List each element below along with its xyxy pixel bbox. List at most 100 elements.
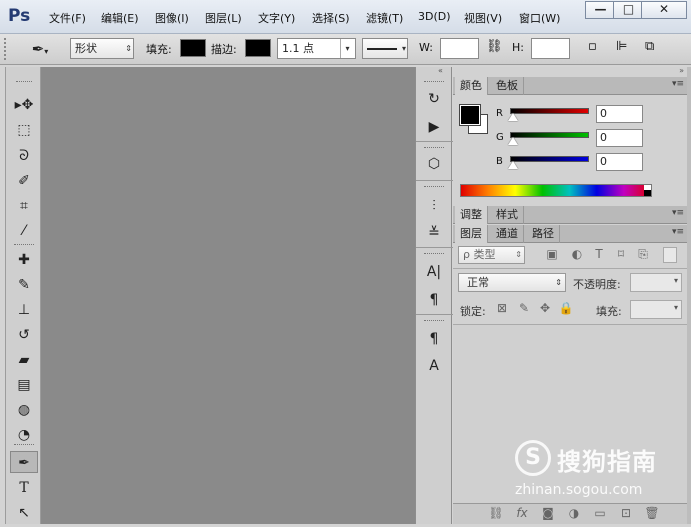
menu-filter[interactable]: 滤镜(T) bbox=[366, 10, 403, 26]
channel-r-input[interactable]: 0 bbox=[596, 105, 643, 123]
add-mask-icon[interactable]: ◙ bbox=[539, 506, 557, 520]
maximize-button[interactable]: □ bbox=[613, 1, 644, 19]
delete-layer-icon[interactable]: 🗑 bbox=[643, 506, 661, 520]
dock-group-grip[interactable] bbox=[424, 81, 444, 84]
menu-layer[interactable]: 图层(L) bbox=[205, 10, 242, 26]
stroke-width-dropdown-icon[interactable]: ▾ bbox=[340, 39, 354, 58]
dock-group-grip[interactable] bbox=[424, 253, 444, 256]
channel-g-slider[interactable] bbox=[510, 132, 589, 138]
filter-smart-object-icon[interactable]: ⎘ bbox=[634, 247, 652, 262]
gradient-tool-icon[interactable]: ▤ bbox=[10, 374, 38, 396]
marquee-tool-icon[interactable]: ⬚ bbox=[10, 119, 38, 141]
menu-3d[interactable]: 3D(D) bbox=[418, 10, 451, 23]
path-operations-icon[interactable]: ▫ bbox=[588, 39, 597, 54]
layers-panel-menu-icon[interactable]: ▾≡ bbox=[672, 227, 684, 237]
dock-group-grip[interactable] bbox=[424, 147, 444, 150]
new-group-icon[interactable]: ▭ bbox=[591, 506, 609, 520]
channel-r-handle[interactable] bbox=[508, 113, 518, 121]
color-panel-menu-icon[interactable]: ▾≡ bbox=[672, 79, 684, 89]
dodge-tool-icon[interactable]: ◔ bbox=[10, 424, 38, 446]
stroke-color-swatch[interactable] bbox=[245, 39, 271, 57]
foreground-color-swatch[interactable] bbox=[459, 104, 481, 126]
filter-adjustment-icon[interactable]: ◐ bbox=[568, 247, 586, 261]
tab-adjustments[interactable]: 调整 bbox=[455, 206, 488, 224]
spectrum-black-chip[interactable] bbox=[644, 190, 651, 196]
filter-type-icon[interactable]: T bbox=[590, 247, 608, 261]
actions-panel-icon[interactable]: ▶ bbox=[423, 116, 445, 138]
fill-color-swatch[interactable] bbox=[180, 39, 206, 57]
character-panel-icon[interactable]: A| bbox=[423, 261, 445, 283]
opacity-arrow-icon[interactable]: ▾ bbox=[674, 276, 678, 285]
channel-g-handle[interactable] bbox=[508, 137, 518, 145]
menu-window[interactable]: 窗口(W) bbox=[519, 10, 560, 26]
mode-select[interactable]: 形状 ⇕ bbox=[70, 38, 134, 59]
quick-select-tool-icon[interactable]: ✐ bbox=[10, 170, 38, 192]
paragraph-styles-panel-icon[interactable]: ¶ bbox=[423, 328, 445, 350]
brush-tool-icon[interactable]: ✎ bbox=[10, 274, 38, 296]
filter-toggle[interactable] bbox=[663, 247, 677, 263]
height-input[interactable] bbox=[531, 38, 570, 59]
brush-panel-icon[interactable]: ⫶ bbox=[423, 195, 445, 217]
options-grip[interactable] bbox=[4, 38, 10, 60]
pen-tool-icon[interactable]: ✒ bbox=[10, 451, 38, 473]
stroke-type-select[interactable]: ▾ bbox=[362, 38, 408, 59]
menu-select[interactable]: 选择(S) bbox=[312, 10, 350, 26]
character-styles-panel-icon[interactable]: A bbox=[423, 355, 445, 377]
move-tool-icon[interactable]: ▸✥ bbox=[10, 94, 38, 116]
channel-g-input[interactable]: 0 bbox=[596, 129, 643, 147]
healing-brush-tool-icon[interactable]: ✚ bbox=[10, 249, 38, 271]
link-layers-icon[interactable]: ⛓ bbox=[487, 506, 505, 520]
tab-layers[interactable]: 图层 bbox=[455, 225, 488, 243]
lock-position-icon[interactable]: ✥ bbox=[536, 301, 554, 315]
3d-panel-icon[interactable]: ⬡ bbox=[423, 153, 445, 175]
tab-styles[interactable]: 样式 bbox=[491, 206, 524, 224]
dock-collapse-icon[interactable]: « bbox=[438, 66, 443, 75]
layer-filter-select[interactable]: ρ 类型 ⇕ bbox=[458, 246, 525, 264]
dock-group-grip[interactable] bbox=[424, 320, 444, 323]
color-spectrum-bar[interactable] bbox=[460, 184, 652, 197]
opacity-input[interactable]: ▾ bbox=[630, 273, 682, 292]
lock-image-icon[interactable]: ✎ bbox=[515, 301, 533, 315]
new-adjustment-layer-icon[interactable]: ◑ bbox=[565, 506, 583, 520]
new-layer-icon[interactable]: ⊡ bbox=[617, 506, 635, 520]
brush-presets-panel-icon[interactable]: ≚ bbox=[423, 222, 445, 244]
type-tool-icon[interactable]: T bbox=[10, 477, 38, 499]
menu-image[interactable]: 图像(I) bbox=[155, 10, 189, 26]
path-select-tool-icon[interactable]: ↖ bbox=[10, 502, 38, 524]
paragraph-panel-icon[interactable]: ¶ bbox=[423, 289, 445, 311]
channel-r-slider[interactable] bbox=[510, 108, 589, 114]
layer-style-icon[interactable]: fx bbox=[513, 506, 531, 520]
channel-b-input[interactable]: 0 bbox=[596, 153, 643, 171]
history-brush-tool-icon[interactable]: ↺ bbox=[10, 324, 38, 346]
canvas-area[interactable] bbox=[41, 67, 415, 524]
link-icon[interactable]: ⛓ bbox=[486, 39, 503, 54]
tab-paths[interactable]: 路径 bbox=[527, 225, 560, 243]
eraser-tool-icon[interactable]: ▰ bbox=[10, 349, 38, 371]
fill-opacity-input[interactable]: ▾ bbox=[630, 300, 682, 319]
filter-pixel-icon[interactable]: ▣ bbox=[543, 247, 561, 261]
blend-mode-select[interactable]: 正常 ⇕ bbox=[458, 273, 566, 292]
filter-shape-icon[interactable]: ⌑ bbox=[612, 247, 630, 261]
lasso-tool-icon[interactable]: ᘐ bbox=[10, 145, 38, 167]
stroke-width-field[interactable]: 1.1 点 ▾ bbox=[277, 38, 356, 59]
menu-edit[interactable]: 编辑(E) bbox=[101, 10, 139, 26]
eyedropper-tool-icon[interactable]: ⁄ bbox=[10, 220, 38, 242]
pen-preset-icon[interactable]: ✒▾ bbox=[24, 38, 56, 60]
history-panel-icon[interactable]: ↻ bbox=[423, 88, 445, 110]
menu-file[interactable]: 文件(F) bbox=[49, 10, 86, 26]
width-input[interactable] bbox=[440, 38, 479, 59]
tab-channels[interactable]: 通道 bbox=[491, 225, 524, 243]
channel-b-slider[interactable] bbox=[510, 156, 589, 162]
menu-view[interactable]: 视图(V) bbox=[464, 10, 502, 26]
tab-swatches[interactable]: 色板 bbox=[491, 77, 524, 95]
lock-transparent-icon[interactable]: ⊠ bbox=[493, 301, 511, 315]
minimize-button[interactable]: — bbox=[585, 1, 616, 19]
adjustments-panel-menu-icon[interactable]: ▾≡ bbox=[672, 208, 684, 218]
close-button[interactable]: ✕ bbox=[641, 1, 687, 19]
path-alignment-icon[interactable]: ⊫ bbox=[616, 39, 627, 54]
lock-all-icon[interactable]: 🔒 bbox=[557, 301, 575, 315]
dock-group-grip[interactable] bbox=[424, 186, 444, 189]
tab-color[interactable]: 颜色 bbox=[455, 77, 488, 95]
stamp-tool-icon[interactable]: ⊥ bbox=[10, 299, 38, 321]
channel-b-handle[interactable] bbox=[508, 161, 518, 169]
